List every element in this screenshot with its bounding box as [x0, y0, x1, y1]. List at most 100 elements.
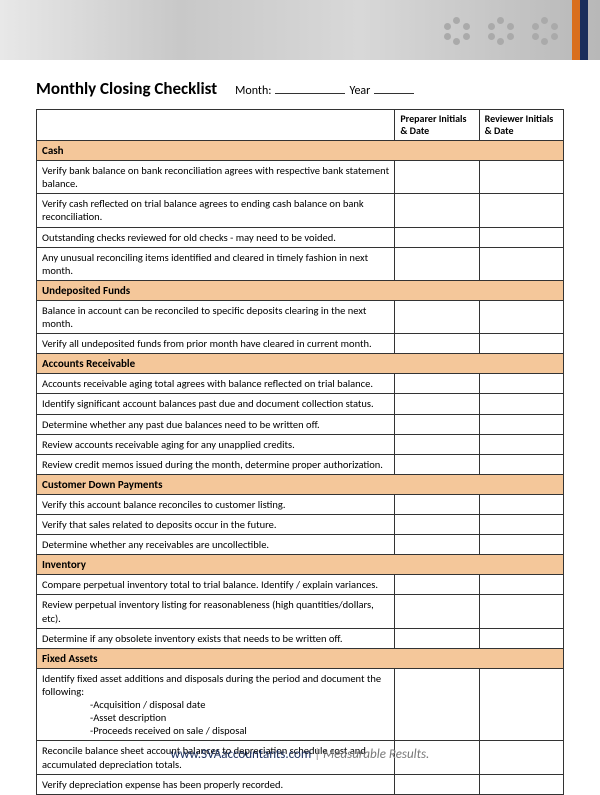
- table-row: Any unusual reconciling items identified…: [37, 247, 564, 280]
- table-row: Verify cash reflected on trial balance a…: [37, 194, 564, 227]
- preparer-cell[interactable]: [395, 247, 479, 280]
- item-text: Identify significant account balances pa…: [37, 394, 395, 414]
- reviewer-cell[interactable]: [479, 227, 563, 247]
- table-row: Review perpetual inventory listing for r…: [37, 595, 564, 628]
- preparer-cell[interactable]: [395, 334, 479, 354]
- preparer-cell[interactable]: [395, 374, 479, 394]
- section-title: Inventory: [37, 555, 564, 575]
- table-row: Outstanding checks reviewed for old chec…: [37, 227, 564, 247]
- item-text: Verify cash reflected on trial balance a…: [37, 194, 395, 227]
- preparer-cell[interactable]: [395, 194, 479, 227]
- item-text: Verify bank balance on bank reconciliati…: [37, 161, 395, 194]
- section-title: Undeposited Funds: [37, 280, 564, 300]
- reviewer-cell[interactable]: [479, 414, 563, 434]
- reviewer-cell[interactable]: [479, 535, 563, 555]
- header-ornament-dots: [442, 15, 560, 45]
- item-text: Verify this account balance reconciles t…: [37, 494, 395, 514]
- preparer-cell[interactable]: [395, 535, 479, 555]
- table-row: Compare perpetual inventory total to tri…: [37, 575, 564, 595]
- table-row: Verify bank balance on bank reconciliati…: [37, 161, 564, 194]
- item-text: Determine whether any receivables are un…: [37, 535, 395, 555]
- reviewer-cell[interactable]: [479, 247, 563, 280]
- col-preparer: Preparer Initials & Date: [395, 110, 479, 141]
- month-input-line[interactable]: [275, 83, 345, 94]
- table-row: Review accounts receivable aging for any…: [37, 434, 564, 454]
- reviewer-cell[interactable]: [479, 774, 563, 794]
- preparer-cell[interactable]: [395, 227, 479, 247]
- section-head: Fixed Assets: [37, 648, 564, 668]
- preparer-cell[interactable]: [395, 668, 479, 741]
- table-row: Identify fixed asset additions and dispo…: [37, 668, 564, 741]
- checklist-table: Preparer Initials & Date Reviewer Initia…: [36, 109, 564, 795]
- section-title: Cash: [37, 141, 564, 161]
- table-row: Verify depreciation expense has been pro…: [37, 774, 564, 794]
- content-area: Monthly Closing Checklist Month: Year Pr…: [0, 60, 600, 795]
- item-text: Review credit memos issued during the mo…: [37, 454, 395, 474]
- section-title: Customer Down Payments: [37, 474, 564, 494]
- reviewer-cell[interactable]: [479, 161, 563, 194]
- preparer-cell[interactable]: [395, 595, 479, 628]
- section-title: Fixed Assets: [37, 648, 564, 668]
- reviewer-cell[interactable]: [479, 300, 563, 333]
- table-row: Review credit memos issued during the mo…: [37, 454, 564, 474]
- table-row: Determine if any obsolete inventory exis…: [37, 628, 564, 648]
- item-text: Accounts receivable aging total agrees w…: [37, 374, 395, 394]
- item-text: Review perpetual inventory listing for r…: [37, 595, 395, 628]
- reviewer-cell[interactable]: [479, 334, 563, 354]
- reviewer-cell[interactable]: [479, 628, 563, 648]
- stripe-orange: [572, 0, 580, 60]
- reviewer-cell[interactable]: [479, 454, 563, 474]
- preparer-cell[interactable]: [395, 628, 479, 648]
- reviewer-cell[interactable]: [479, 575, 563, 595]
- reviewer-cell[interactable]: [479, 668, 563, 741]
- section-head: Inventory: [37, 555, 564, 575]
- col-description: [37, 110, 395, 141]
- year-label: Year: [349, 84, 370, 98]
- item-text: Any unusual reconciling items identified…: [37, 247, 395, 280]
- year-input-line[interactable]: [374, 83, 414, 94]
- reviewer-cell[interactable]: [479, 515, 563, 535]
- section-title: Accounts Receivable: [37, 354, 564, 374]
- item-text: Verify that sales related to deposits oc…: [37, 515, 395, 535]
- reviewer-cell[interactable]: [479, 494, 563, 514]
- table-row: Verify this account balance reconciles t…: [37, 494, 564, 514]
- item-text: Balance in account can be reconciled to …: [37, 300, 395, 333]
- footer: www.SVAaccountants.com | Measurable Resu…: [0, 747, 600, 762]
- preparer-cell[interactable]: [395, 161, 479, 194]
- reviewer-cell[interactable]: [479, 434, 563, 454]
- preparer-cell[interactable]: [395, 575, 479, 595]
- table-row: Balance in account can be reconciled to …: [37, 300, 564, 333]
- preparer-cell[interactable]: [395, 515, 479, 535]
- preparer-cell[interactable]: [395, 300, 479, 333]
- table-row: Identify significant account balances pa…: [37, 394, 564, 414]
- item-text: Verify all undeposited funds from prior …: [37, 334, 395, 354]
- table-row: Accounts receivable aging total agrees w…: [37, 374, 564, 394]
- header-band: [0, 0, 600, 60]
- header-row: Preparer Initials & Date Reviewer Initia…: [37, 110, 564, 141]
- section-head: Customer Down Payments: [37, 474, 564, 494]
- preparer-cell[interactable]: [395, 774, 479, 794]
- date-fields: Month: Year: [235, 83, 414, 98]
- section-head: Undeposited Funds: [37, 280, 564, 300]
- preparer-cell[interactable]: [395, 434, 479, 454]
- col-reviewer: Reviewer Initials & Date: [479, 110, 563, 141]
- stripe-blue: [580, 0, 588, 60]
- reviewer-cell[interactable]: [479, 194, 563, 227]
- item-text: Determine whether any past due balances …: [37, 414, 395, 434]
- reviewer-cell[interactable]: [479, 374, 563, 394]
- preparer-cell[interactable]: [395, 394, 479, 414]
- preparer-cell[interactable]: [395, 494, 479, 514]
- table-row: Determine whether any past due balances …: [37, 414, 564, 434]
- header-stripes: [572, 0, 588, 60]
- table-row: Determine whether any receivables are un…: [37, 535, 564, 555]
- footer-site: www.SVAaccountants.com: [171, 747, 312, 762]
- title-row: Monthly Closing Checklist Month: Year: [36, 78, 564, 99]
- reviewer-cell[interactable]: [479, 394, 563, 414]
- month-label: Month:: [235, 84, 271, 98]
- item-text: Verify depreciation expense has been pro…: [37, 774, 395, 794]
- item-text: Outstanding checks reviewed for old chec…: [37, 227, 395, 247]
- section-head: Cash: [37, 141, 564, 161]
- reviewer-cell[interactable]: [479, 595, 563, 628]
- preparer-cell[interactable]: [395, 414, 479, 434]
- preparer-cell[interactable]: [395, 454, 479, 474]
